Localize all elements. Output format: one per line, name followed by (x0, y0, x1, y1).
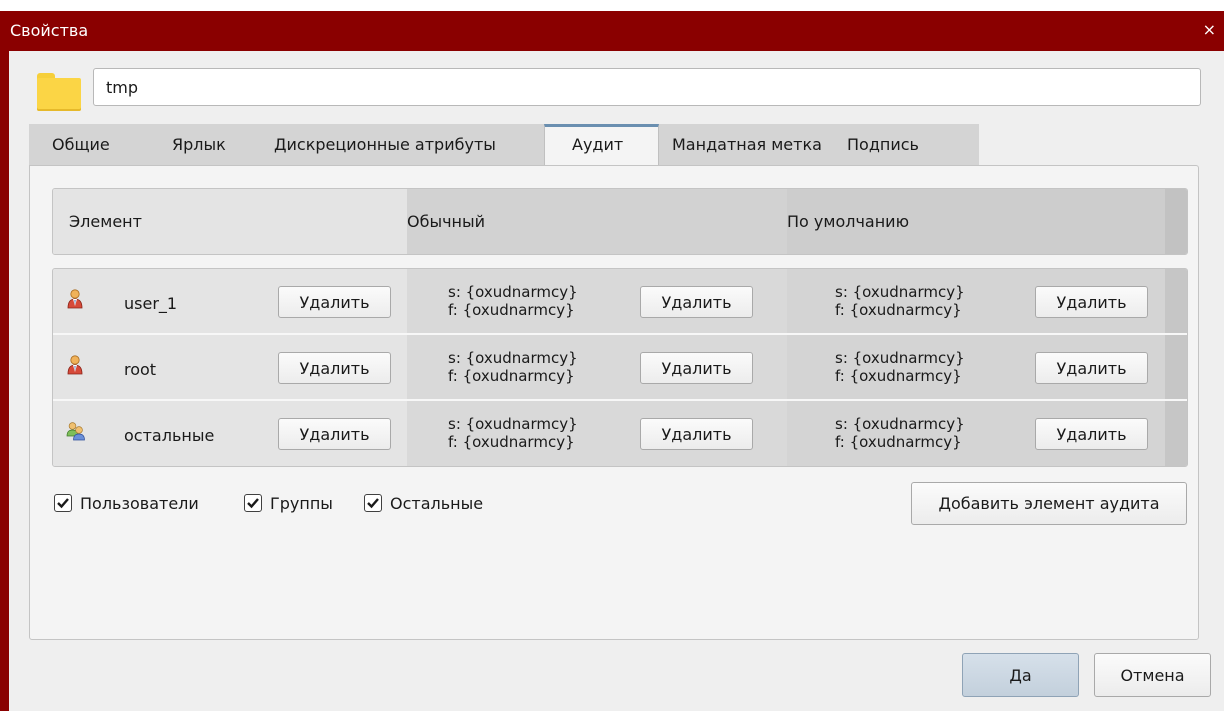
cancel-button[interactable]: Отмена (1094, 653, 1211, 697)
column-header-default: По умолчанию (787, 212, 910, 231)
element-name: user_1 (124, 294, 178, 313)
default-audit-mask: s: {oxudnarmcy} f: {oxudnarmcy} (835, 349, 965, 385)
window-titlebar[interactable]: Свойства × (0, 11, 1224, 51)
element-name: остальные (124, 426, 215, 445)
table-row: остальные Удалить s: {oxudnarmcy} f: {ox… (53, 401, 1187, 466)
table-row: root Удалить s: {oxudnarmcy} f: {oxudnar… (53, 335, 1187, 401)
mask-failure: f: {oxudnarmcy} (835, 301, 962, 319)
normal-audit-mask: s: {oxudnarmcy} f: {oxudnarmcy} (448, 283, 578, 319)
tab-signature[interactable]: Подпись (835, 124, 949, 165)
add-audit-element-button[interactable]: Добавить элемент аудита (911, 482, 1187, 525)
normal-audit-mask: s: {oxudnarmcy} f: {oxudnarmcy} (448, 349, 578, 385)
users-group-icon (66, 422, 85, 441)
mask-failure: f: {oxudnarmcy} (835, 367, 962, 385)
normal-audit-mask: s: {oxudnarmcy} f: {oxudnarmcy} (448, 415, 578, 451)
delete-element-button[interactable]: Удалить (278, 286, 391, 318)
tab-label: Подпись (847, 135, 919, 154)
tab-label: Общие (52, 135, 110, 154)
mask-failure: f: {oxudnarmcy} (835, 433, 962, 451)
delete-element-button[interactable]: Удалить (278, 418, 391, 450)
ok-button[interactable]: Да (962, 653, 1079, 697)
delete-normal-button[interactable]: Удалить (640, 352, 753, 384)
delete-normal-button[interactable]: Удалить (640, 286, 753, 318)
checkbox-label: Группы (270, 494, 333, 513)
name-field[interactable] (93, 68, 1201, 106)
tab-label: Аудит (572, 135, 624, 154)
checkbox-label: Остальные (390, 494, 484, 513)
tab-shortcut[interactable]: Ярлык (129, 124, 259, 165)
mask-failure: f: {oxudnarmcy} (448, 433, 575, 451)
tab-label: Дискреционные атрибуты (274, 135, 496, 154)
checkmark-icon (367, 498, 379, 509)
mask-success: s: {oxudnarmcy} (448, 283, 578, 301)
delete-element-button[interactable]: Удалить (278, 352, 391, 384)
tab-general[interactable]: Общие (29, 124, 129, 165)
audit-table-header: Элемент Обычный По умолчанию (52, 188, 1188, 255)
default-audit-mask: s: {oxudnarmcy} f: {oxudnarmcy} (835, 283, 965, 319)
tab-discretionary-attributes[interactable]: Дискреционные атрибуты (259, 124, 545, 165)
checkbox-box[interactable] (364, 494, 382, 512)
window-title: Свойства (10, 21, 89, 40)
window-border (0, 51, 9, 711)
mask-failure: f: {oxudnarmcy} (448, 301, 575, 319)
checkbox-box[interactable] (54, 494, 72, 512)
close-icon[interactable]: × (1203, 20, 1216, 40)
delete-default-button[interactable]: Удалить (1035, 352, 1148, 384)
background-strip (0, 0, 1224, 11)
checkbox-box[interactable] (244, 494, 262, 512)
default-audit-mask: s: {oxudnarmcy} f: {oxudnarmcy} (835, 415, 965, 451)
tab-label: Мандатная метка (672, 135, 822, 154)
delete-normal-button[interactable]: Удалить (640, 418, 753, 450)
column-header-normal: Обычный (407, 212, 486, 231)
mask-success: s: {oxudnarmcy} (448, 349, 578, 367)
mask-success: s: {oxudnarmcy} (835, 415, 965, 433)
checkmark-icon (247, 498, 259, 509)
tab-audit[interactable]: Аудит (544, 124, 659, 165)
checkmark-icon (57, 498, 69, 509)
table-row: user_1 Удалить s: {oxudnarmcy} f: {oxudn… (53, 269, 1187, 335)
mask-success: s: {oxudnarmcy} (835, 349, 965, 367)
mask-success: s: {oxudnarmcy} (448, 415, 578, 433)
delete-default-button[interactable]: Удалить (1035, 418, 1148, 450)
audit-table: user_1 Удалить s: {oxudnarmcy} f: {oxudn… (52, 268, 1188, 467)
folder-icon (37, 73, 81, 111)
mask-success: s: {oxudnarmcy} (835, 283, 965, 301)
element-name: root (124, 360, 157, 379)
user-icon (67, 355, 83, 375)
checkbox-label: Пользователи (80, 494, 199, 513)
delete-default-button[interactable]: Удалить (1035, 286, 1148, 318)
column-header-element: Элемент (69, 212, 142, 231)
tab-label: Ярлык (172, 135, 226, 154)
mask-failure: f: {oxudnarmcy} (448, 367, 575, 385)
user-icon (67, 289, 83, 309)
